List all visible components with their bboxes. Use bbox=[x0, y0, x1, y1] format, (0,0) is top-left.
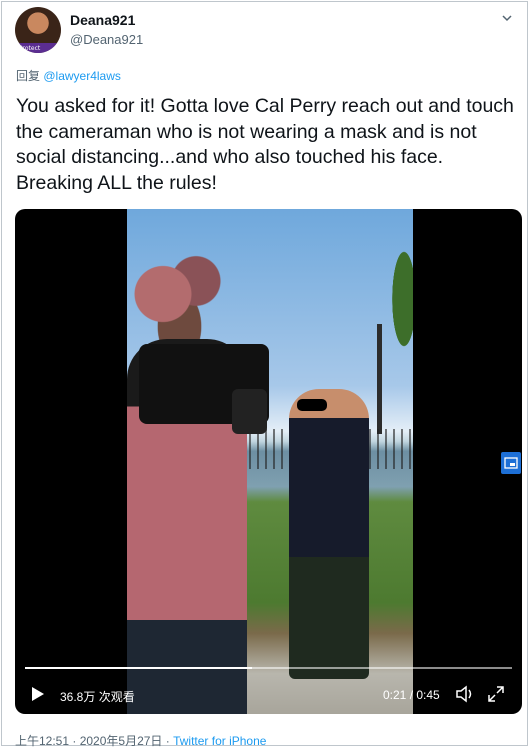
video-frame bbox=[127, 209, 413, 714]
display-name[interactable]: Deana921 bbox=[70, 12, 135, 28]
green-tree bbox=[389, 239, 413, 359]
share-screen-button[interactable] bbox=[501, 452, 521, 474]
reply-mention-link[interactable]: @lawyer4laws bbox=[43, 69, 121, 83]
play-icon[interactable] bbox=[31, 686, 45, 702]
reporter-figure bbox=[289, 389, 369, 679]
video-controls: 36.8万 次观看 0:21 / 0:45 bbox=[15, 679, 522, 709]
avatar[interactable]: Protect bbox=[15, 7, 61, 53]
video-time: 0:21 / 0:45 bbox=[383, 688, 440, 702]
tweet-timestamp[interactable]: 上午12:51 · 2020年5月27日 · bbox=[15, 734, 173, 748]
camera-lens bbox=[232, 389, 267, 434]
video-player[interactable]: 36.8万 次观看 0:21 / 0:45 bbox=[15, 209, 522, 714]
view-count: 36.8万 次观看 bbox=[60, 690, 135, 704]
reply-context: 回复 @lawyer4laws bbox=[16, 67, 121, 84]
fullscreen-icon[interactable] bbox=[487, 685, 505, 703]
tweet-source-link[interactable]: Twitter for iPhone bbox=[173, 734, 266, 748]
mask-shape bbox=[297, 399, 327, 411]
tweet-text: You asked for it! Gotta love Cal Perry r… bbox=[16, 95, 514, 194]
tweet-meta: 上午12:51 · 2020年5月27日 · Twitter for iPhon… bbox=[15, 732, 266, 749]
user-handle[interactable]: @Deana921 bbox=[70, 32, 143, 47]
progress-fill bbox=[25, 667, 253, 669]
tweet-card: Protect Deana921 @Deana921 回复 @lawyer4la… bbox=[1, 1, 528, 749]
chevron-down-icon[interactable] bbox=[501, 12, 513, 24]
volume-icon[interactable] bbox=[455, 685, 475, 703]
reply-prefix: 回复 bbox=[16, 69, 41, 83]
picture-in-picture-icon bbox=[504, 457, 518, 469]
progress-bar[interactable] bbox=[25, 667, 512, 669]
lamp-post bbox=[377, 324, 382, 434]
avatar-badge: Protect bbox=[19, 45, 41, 52]
